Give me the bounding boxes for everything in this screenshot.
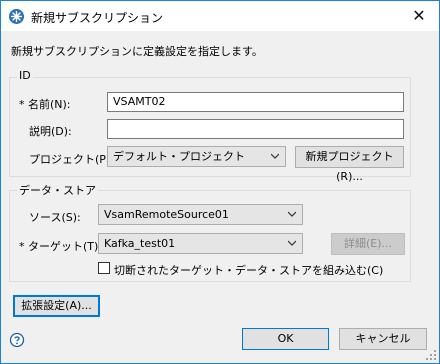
target-select-value: Kafka_test01 bbox=[104, 237, 176, 250]
resize-grip-icon[interactable] bbox=[426, 350, 436, 360]
chevron-down-icon bbox=[288, 211, 296, 217]
name-label: * 名前(N): bbox=[19, 98, 71, 111]
include-disconnected-checkbox[interactable] bbox=[98, 262, 110, 274]
id-group-title: ID bbox=[17, 69, 33, 82]
source-select-value: VsamRemoteSource01 bbox=[104, 208, 229, 221]
window-title: 新規サブスクリプション bbox=[31, 11, 164, 25]
advanced-settings-button[interactable]: 拡張設定(A)... bbox=[13, 295, 100, 317]
dialog-window: 新規サブスクリプション ✕ 新規サブスクリプションに定義設定を指定します。 ID… bbox=[0, 0, 440, 364]
chevron-down-icon bbox=[288, 240, 296, 246]
name-input[interactable]: VSAMT02 bbox=[107, 92, 404, 112]
project-label: プロジェクト(P): bbox=[29, 153, 114, 166]
datastore-group-title: データ・ストア bbox=[17, 182, 98, 198]
description-input[interactable] bbox=[107, 119, 404, 139]
include-disconnected-label[interactable]: 切断されたターゲット・データ・ストアを組み込む(C) bbox=[114, 262, 383, 278]
help-icon[interactable] bbox=[9, 332, 25, 348]
details-button[interactable]: 詳細(E)... bbox=[331, 233, 405, 255]
cancel-button[interactable]: キャンセル bbox=[339, 328, 427, 350]
close-button[interactable]: ✕ bbox=[399, 1, 439, 31]
source-label: ソース(S): bbox=[29, 211, 81, 224]
dialog-description: 新規サブスクリプションに定義設定を指定します。 bbox=[11, 45, 263, 58]
source-select[interactable]: VsamRemoteSource01 bbox=[98, 204, 303, 225]
title-bar[interactable]: 新規サブスクリプション ✕ bbox=[1, 1, 439, 31]
project-select-value: デフォルト・プロジェクト bbox=[113, 150, 245, 163]
ok-button[interactable]: OK bbox=[242, 328, 329, 350]
project-select[interactable]: デフォルト・プロジェクト bbox=[107, 146, 286, 167]
chevron-down-icon bbox=[271, 153, 279, 159]
target-select[interactable]: Kafka_test01 bbox=[98, 233, 303, 254]
target-label: * ターゲット(T): bbox=[19, 240, 103, 253]
new-project-button[interactable]: 新規プロジェクト(R)... bbox=[295, 146, 404, 183]
wheel-icon bbox=[9, 9, 24, 24]
description-label: 説明(D): bbox=[29, 125, 72, 138]
